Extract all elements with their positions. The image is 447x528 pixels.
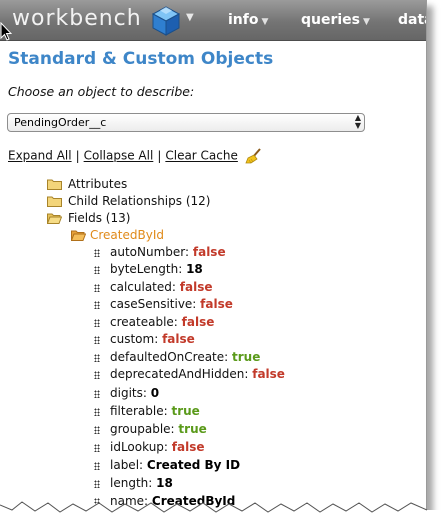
list-item: deprecatedAndHidden: false <box>94 367 285 381</box>
list-item: createable: false <box>94 315 214 329</box>
property-name: label: <box>110 458 144 472</box>
menu-data-label: data <box>398 12 426 28</box>
property-value: false <box>200 297 233 311</box>
collapse-all-link[interactable]: Collapse All <box>84 149 154 163</box>
property-value: 18 <box>156 476 173 490</box>
page-title: Standard & Custom Objects <box>8 49 274 69</box>
property-value: true <box>171 404 200 418</box>
chevron-down-icon: ▼ <box>261 17 269 27</box>
list-item: label: Created By ID <box>94 458 240 472</box>
property-name: idLookup: <box>110 440 168 454</box>
tree-node-label: Child Relationships (12) <box>68 194 211 208</box>
tree-node-label: Attributes <box>68 177 128 191</box>
list-item: calculated: false <box>94 280 212 294</box>
property-name: deprecatedAndHidden: <box>110 367 249 381</box>
list-item: idLookup: false <box>94 440 205 454</box>
property-name: name: <box>110 494 149 508</box>
object-select-value: PendingOrder__c <box>14 116 107 129</box>
list-item: name: CreatedById <box>94 494 235 508</box>
property-name: filterable: <box>110 404 168 418</box>
folder-open-icon <box>71 230 86 241</box>
list-item: caseSensitive: false <box>94 297 233 311</box>
bullet-icon <box>94 479 100 488</box>
tree-node-fields[interactable]: Fields (13) <box>47 211 130 225</box>
property-value: 18 <box>186 262 203 276</box>
brand-logo-text[interactable]: workbench <box>12 6 142 31</box>
bullet-icon <box>94 461 100 470</box>
brand-chevron-down-icon[interactable]: ▼ <box>186 12 194 23</box>
property-name: calculated: <box>110 280 176 294</box>
folder-icon <box>47 179 62 190</box>
property-name: length: <box>110 476 153 490</box>
bullet-icon <box>94 497 100 506</box>
property-value: 0 <box>150 386 160 400</box>
describe-prompt: Choose an object to describe: <box>8 84 195 99</box>
property-name: groupable: <box>110 422 175 436</box>
bullet-icon <box>94 283 100 292</box>
property-value: false <box>192 245 226 259</box>
clear-cache-link[interactable]: Clear Cache <box>165 149 238 163</box>
property-name: createable: <box>110 315 178 329</box>
bullet-icon <box>94 443 100 452</box>
property-value: false <box>162 332 195 346</box>
tree-node-attributes[interactable]: Attributes <box>47 177 127 191</box>
tree-node-child-relationships[interactable]: Child Relationships (12) <box>47 194 210 208</box>
property-value: Created By ID <box>146 458 241 472</box>
tree-actions: Expand All | Collapse All | Clear Cache <box>8 148 263 164</box>
property-name: byteLength: <box>110 262 183 276</box>
navbar: workbench ▼ info▼ queries▼ data <box>0 0 426 41</box>
list-item: byteLength: 18 <box>94 262 203 276</box>
list-item: custom: false <box>94 332 195 346</box>
tree-node-label: CreatedById <box>90 228 164 242</box>
bullet-icon <box>94 407 100 416</box>
property-name: defaultedOnCreate: <box>110 350 229 364</box>
menu-queries-label: queries <box>301 12 361 28</box>
bullet-icon <box>94 370 100 379</box>
menu-data[interactable]: data <box>398 12 426 28</box>
list-item: defaultedOnCreate: true <box>94 350 260 364</box>
bullet-icon <box>94 318 100 327</box>
folder-open-icon <box>47 213 62 224</box>
property-value: false <box>179 280 213 294</box>
list-item: filterable: true <box>94 404 200 418</box>
property-value: true <box>232 350 261 364</box>
property-name: custom: <box>110 332 159 346</box>
property-value: CreatedById <box>151 494 236 508</box>
list-item: digits: 0 <box>94 386 159 400</box>
property-value: false <box>181 315 215 329</box>
property-name: autoNumber: <box>110 245 190 259</box>
bullet-icon <box>94 353 100 362</box>
bullet-icon <box>94 248 100 257</box>
bullet-icon <box>94 425 100 434</box>
menu-info[interactable]: info ▼ <box>228 12 268 28</box>
mouse-cursor-icon <box>0 22 12 41</box>
list-item: length: 18 <box>94 476 173 490</box>
bullet-icon <box>94 389 100 398</box>
property-value: false <box>252 367 285 381</box>
folder-icon <box>47 196 62 207</box>
property-name: caseSensitive: <box>110 297 197 311</box>
separator: | <box>75 148 80 163</box>
property-name: digits: <box>110 386 147 400</box>
chevron-down-icon: ▼ <box>363 17 370 27</box>
separator: | <box>157 148 162 163</box>
list-item: groupable: true <box>94 422 207 436</box>
select-arrows-icon: ▲ ▼ <box>354 113 361 130</box>
property-value: false <box>171 440 205 454</box>
cube-logo-icon[interactable] <box>150 5 182 37</box>
list-item: autoNumber: false <box>94 245 226 259</box>
tree-node-createdbyid[interactable]: CreatedById <box>71 228 164 242</box>
expand-all-link[interactable]: Expand All <box>8 149 72 163</box>
tree-node-label: Fields (13) <box>68 211 131 225</box>
menu-queries[interactable]: queries ▼ <box>301 12 370 28</box>
property-value: true <box>178 422 207 436</box>
broom-icon[interactable] <box>245 148 263 164</box>
bullet-icon <box>94 300 100 309</box>
page: workbench ▼ info▼ queries▼ data Standard… <box>0 0 427 513</box>
bullet-icon <box>94 265 100 274</box>
menu-info-label: info <box>228 12 259 28</box>
bullet-icon <box>94 335 100 344</box>
object-select[interactable]: PendingOrder__c ▲ ▼ <box>7 113 365 132</box>
